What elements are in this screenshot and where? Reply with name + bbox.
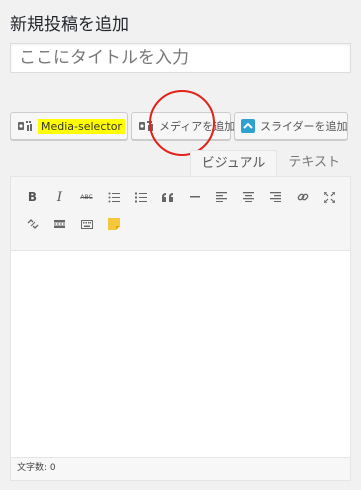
unlink-icon[interactable] [19, 214, 46, 234]
keyboard-icon[interactable] [73, 214, 100, 234]
align-right-icon[interactable] [262, 187, 289, 207]
bullet-list-icon[interactable] [100, 187, 127, 207]
add-media-button[interactable]: メディアを追加 [131, 112, 235, 140]
bold-button[interactable]: B [19, 187, 46, 207]
sticky-note-icon[interactable] [100, 214, 127, 234]
toolbar-row-1: B I ABC [19, 187, 343, 207]
page-title: 新規投稿を追加 [10, 15, 129, 35]
tab-visual[interactable]: ビジュアル [189, 150, 278, 176]
horizontal-line-icon[interactable] [181, 187, 208, 207]
link-icon[interactable] [289, 187, 316, 207]
toolbar-row-2 [19, 214, 127, 234]
media-selector-label: Media-selector [38, 118, 125, 134]
strikethrough-button[interactable]: ABC [73, 187, 100, 207]
add-media-label: メディアを追加 [159, 120, 236, 133]
fullscreen-icon[interactable] [316, 187, 343, 207]
add-slider-label: スライダーを追加 [260, 120, 348, 133]
post-title-input[interactable]: ここにタイトルを入力 [10, 43, 351, 73]
editor-tabs: ビジュアル テキスト [189, 150, 351, 176]
editor-content-area[interactable] [11, 251, 350, 458]
blockquote-icon[interactable] [154, 187, 181, 207]
align-left-icon[interactable] [208, 187, 235, 207]
editor-toolbar: B I ABC [11, 177, 350, 251]
add-slider-button[interactable]: スライダーを追加 [234, 112, 348, 140]
media-camera-icon [17, 118, 33, 134]
slider-icon [241, 118, 255, 134]
media-selector-button[interactable]: Media-selector [10, 112, 128, 140]
word-count-status: 文字数: 0 [11, 457, 350, 480]
media-camera-icon [138, 118, 154, 134]
tab-text[interactable]: テキスト [277, 150, 351, 176]
editor: B I ABC 文字数: 0 [10, 176, 351, 481]
align-center-icon[interactable] [235, 187, 262, 207]
numbered-list-icon[interactable] [127, 187, 154, 207]
italic-button[interactable]: I [46, 187, 73, 207]
read-more-icon[interactable] [46, 214, 73, 234]
